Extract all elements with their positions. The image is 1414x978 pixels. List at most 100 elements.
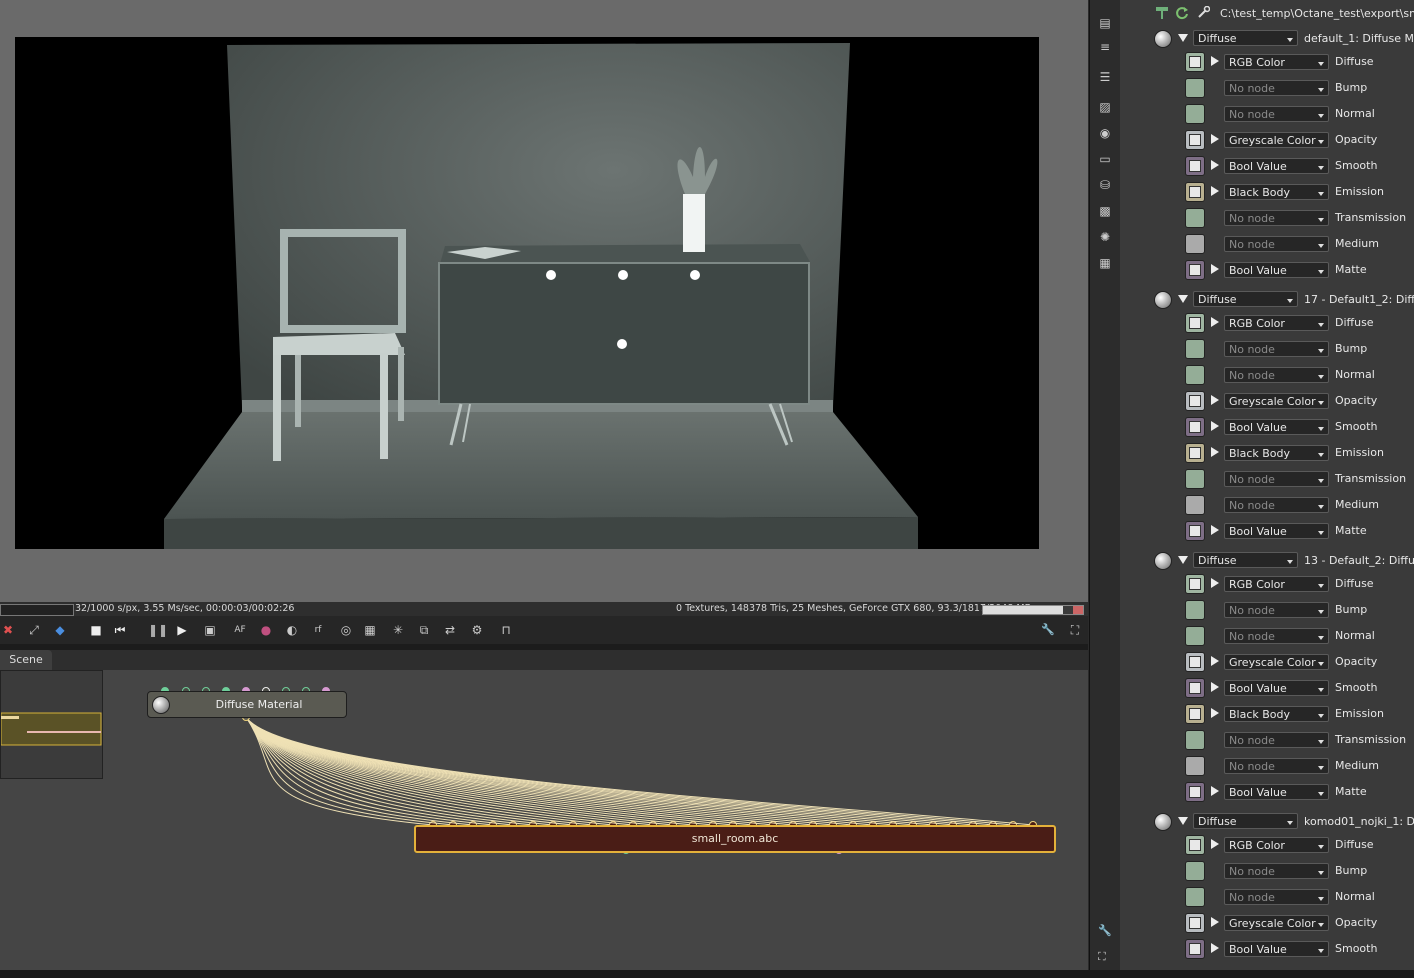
cube-icon[interactable]: ◆ [52,622,68,638]
node-type-dropdown[interactable]: No node [1224,341,1329,357]
picture-icon[interactable]: ▩ [1098,204,1112,218]
material-sphere-icon[interactable] [1154,291,1172,309]
black-body-icon[interactable] [1185,443,1205,463]
greyscale-color-icon[interactable] [1185,913,1205,933]
expand-arrow-icon[interactable] [1211,917,1219,927]
material-type-dropdown[interactable]: Diffuse [1193,30,1298,46]
lock-view-icon[interactable]: ◎ [338,622,354,638]
af-icon[interactable]: AF [232,622,248,638]
wrench-icon[interactable]: 🔧 [1098,924,1112,938]
node-type-dropdown[interactable]: Black Body [1224,445,1329,461]
unlock-icon[interactable]: ⊓ [498,622,514,638]
node-type-dropdown[interactable]: Bool Value [1224,784,1329,800]
node-type-dropdown[interactable]: No node [1224,628,1329,644]
copy-icon[interactable]: ⧉ [416,622,432,638]
black-body-icon[interactable] [1185,704,1205,724]
export-icon[interactable]: ⇄ [442,622,458,638]
node-type-dropdown[interactable]: Bool Value [1224,262,1329,278]
pin-icon[interactable] [1155,6,1169,20]
expand-arrow-icon[interactable] [1211,578,1219,588]
stop-icon[interactable]: ■ [88,622,104,638]
node-type-dropdown[interactable]: No node [1224,106,1329,122]
rgb-color-icon[interactable] [1185,835,1205,855]
expand-arrow-icon[interactable] [1211,708,1219,718]
material-sphere-icon[interactable] [1154,30,1172,48]
expand-arrow-icon[interactable] [1211,421,1219,431]
empty-node-icon[interactable] [1185,495,1205,515]
expand-arrow-icon[interactable] [1211,264,1219,274]
node-type-dropdown[interactable]: No node [1224,758,1329,774]
picker-icon[interactable]: ✳ [390,622,406,638]
wrench-icon[interactable]: 🔧 [1040,622,1056,638]
greyscale-color-icon[interactable] [1185,130,1205,150]
wrench-icon[interactable] [1196,5,1211,20]
node-type-dropdown[interactable]: RGB Color [1224,576,1329,592]
node-type-dropdown[interactable]: No node [1224,863,1329,879]
sun-icon[interactable]: ✺ [1098,230,1112,244]
expand-arrow-icon[interactable] [1211,317,1219,327]
node-type-dropdown[interactable]: No node [1224,236,1329,252]
empty-node-icon[interactable] [1185,887,1205,907]
graph-minimap[interactable] [0,670,103,779]
window-icon[interactable]: ▤ [1098,16,1112,30]
expand-arrow-icon[interactable] [1211,186,1219,196]
display-icon[interactable]: ▣ [202,622,218,638]
expand-arrow-icon[interactable] [1211,682,1219,692]
render-viewport[interactable] [0,0,1088,602]
material-type-dropdown[interactable]: Diffuse [1193,813,1298,829]
empty-node-icon[interactable] [1185,78,1205,98]
node-type-dropdown[interactable]: Greyscale Color [1224,132,1329,148]
greyscale-color-icon[interactable] [1185,391,1205,411]
play-icon[interactable]: ▶ [174,622,190,638]
empty-node-icon[interactable] [1185,234,1205,254]
film-icon[interactable]: ▭ [1098,152,1112,166]
pause-icon[interactable]: ❚❚ [148,622,168,638]
material-sphere-icon[interactable] [1154,552,1172,570]
node-type-dropdown[interactable]: Greyscale Color [1224,654,1329,670]
node-type-dropdown[interactable]: RGB Color [1224,837,1329,853]
restart-icon[interactable]: ⏮ [112,622,128,638]
expand-arrow-icon[interactable] [1211,160,1219,170]
list-icon[interactable]: ☰ [1098,70,1112,84]
rgb-color-icon[interactable] [1185,313,1205,333]
tab-scene[interactable]: Scene [0,650,52,670]
node-type-dropdown[interactable]: No node [1224,602,1329,618]
expand-arrow-icon[interactable] [1211,943,1219,953]
empty-node-icon[interactable] [1185,600,1205,620]
rgb-color-icon[interactable] [1185,574,1205,594]
node-type-dropdown[interactable]: Bool Value [1224,941,1329,957]
node-type-dropdown[interactable]: Bool Value [1224,419,1329,435]
color-icon[interactable]: ● [258,622,274,638]
bool-value-icon[interactable] [1185,260,1205,280]
recenter-icon[interactable]: ⤢ [26,622,42,638]
bool-value-icon[interactable] [1185,521,1205,541]
rgb-color-icon[interactable] [1185,52,1205,72]
node-type-dropdown[interactable]: Black Body [1224,184,1329,200]
expand-arrow-icon[interactable] [1211,447,1219,457]
fullscreen-icon[interactable]: ⛶ [1098,950,1112,964]
expand-arrow-icon[interactable] [1211,525,1219,535]
node-type-dropdown[interactable]: Bool Value [1224,523,1329,539]
empty-node-icon[interactable] [1185,365,1205,385]
empty-node-icon[interactable] [1185,626,1205,646]
node-type-dropdown[interactable]: Black Body [1224,706,1329,722]
fullscreen-icon[interactable]: ⛶ [1067,622,1083,638]
expand-arrow-icon[interactable] [1211,395,1219,405]
expand-arrow-icon[interactable] [1211,134,1219,144]
greyscale-color-icon[interactable] [1185,652,1205,672]
refresh-icon[interactable] [1175,6,1189,20]
bool-value-icon[interactable] [1185,782,1205,802]
mesh-node-small-room[interactable]: small_room.abc [414,825,1056,853]
expand-arrow-icon[interactable] [1211,56,1219,66]
rf-icon[interactable]: rf [310,622,326,638]
clear-icon[interactable]: ✖ [0,622,16,638]
image-icon[interactable]: ▨ [1098,100,1112,114]
layers-icon[interactable]: ≡ [1098,40,1112,54]
expand-arrow-icon[interactable] [1211,786,1219,796]
collapse-arrow-icon[interactable] [1178,295,1188,303]
node-type-dropdown[interactable]: No node [1224,80,1329,96]
node-type-dropdown[interactable]: No node [1224,210,1329,226]
node-type-dropdown[interactable]: RGB Color [1224,54,1329,70]
empty-node-icon[interactable] [1185,861,1205,881]
node-type-dropdown[interactable]: Bool Value [1224,680,1329,696]
